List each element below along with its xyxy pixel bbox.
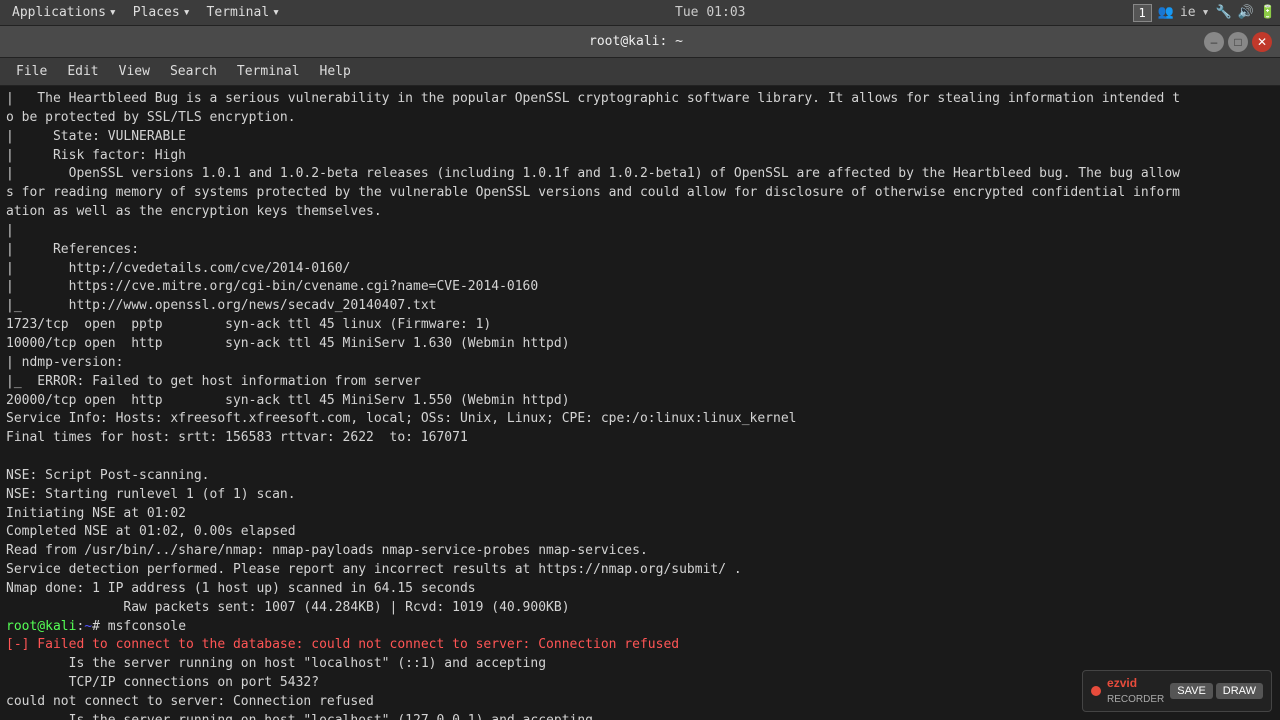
terminal-chevron: ▾	[272, 5, 280, 20]
term-line-error: [-] Failed to connect to the database: c…	[6, 636, 1274, 655]
minimize-button[interactable]: –	[1204, 32, 1224, 52]
term-line: NSE: Starting runlevel 1 (of 1) scan.	[6, 486, 1274, 505]
applications-label: Applications	[12, 5, 106, 20]
ezvid-info: ezvid RECORDER	[1107, 675, 1164, 707]
system-tray: 1 👥 ie ▾ 🔧 🔊 🔋	[1133, 4, 1276, 22]
term-line: Initiating NSE at 01:02	[6, 505, 1274, 524]
menu-help[interactable]: Help	[310, 58, 361, 85]
record-indicator	[1091, 686, 1101, 696]
term-line: NSE: Script Post-scanning.	[6, 467, 1274, 486]
system-clock: Tue 01:03	[288, 5, 1133, 20]
term-line	[6, 448, 1274, 467]
user-label: ie	[1180, 5, 1196, 20]
term-prompt-line: root@kali:~# msfconsole	[6, 618, 1274, 637]
menu-view[interactable]: View	[109, 58, 160, 85]
workspace-badge[interactable]: 1	[1133, 4, 1152, 22]
term-line: | State: VULNERABLE	[6, 128, 1274, 147]
term-line: Raw packets sent: 1007 (44.284KB) | Rcvd…	[6, 599, 1274, 618]
prompt-user: root@kali	[6, 619, 76, 634]
maximize-button[interactable]: □	[1228, 32, 1248, 52]
term-line: Read from /usr/bin/../share/nmap: nmap-p…	[6, 542, 1274, 561]
places-label: Places	[133, 5, 180, 20]
battery-icon: 🔋	[1260, 5, 1276, 20]
menu-terminal[interactable]: Terminal	[227, 58, 310, 85]
ezvid-save-button[interactable]: SAVE	[1170, 683, 1213, 699]
term-line: | The Heartbleed Bug is a serious vulner…	[6, 90, 1274, 109]
system-bar: Applications ▾ Places ▾ Terminal ▾ Tue 0…	[0, 0, 1280, 26]
network-icon: 🔧	[1215, 5, 1231, 20]
term-line: Nmap done: 1 IP address (1 host up) scan…	[6, 580, 1274, 599]
ezvid-logo: ezvid	[1107, 675, 1164, 692]
title-bar: root@kali: ~ – □ ✕	[0, 26, 1280, 58]
terminal-area[interactable]: | The Heartbleed Bug is a serious vulner…	[0, 86, 1280, 720]
applications-menu[interactable]: Applications ▾	[4, 0, 125, 25]
term-line: | OpenSSL versions 1.0.1 and 1.0.2-beta …	[6, 165, 1274, 184]
volume-icon: 🔊	[1238, 5, 1254, 20]
places-menu[interactable]: Places ▾	[125, 0, 199, 25]
prompt-dollar: # msfconsole	[92, 619, 186, 634]
term-line: |_ http://www.openssl.org/news/secadv_20…	[6, 297, 1274, 316]
terminal-label: Terminal	[207, 5, 270, 20]
menu-bar: File Edit View Search Terminal Help	[0, 58, 1280, 86]
ezvid-draw-button[interactable]: DRAW	[1216, 683, 1263, 699]
menu-file[interactable]: File	[6, 58, 57, 85]
term-line: Service Info: Hosts: xfreesoft.xfreesoft…	[6, 410, 1274, 429]
term-line: | Risk factor: High	[6, 147, 1274, 166]
term-line: | https://cve.mitre.org/cgi-bin/cvename.…	[6, 278, 1274, 297]
close-button[interactable]: ✕	[1252, 32, 1272, 52]
term-line: 20000/tcp open http syn-ack ttl 45 MiniS…	[6, 392, 1274, 411]
menu-search[interactable]: Search	[160, 58, 227, 85]
term-line: 10000/tcp open http syn-ack ttl 45 MiniS…	[6, 335, 1274, 354]
menu-edit[interactable]: Edit	[57, 58, 108, 85]
term-line: |_ ERROR: Failed to get host information…	[6, 373, 1274, 392]
term-line: o be protected by SSL/TLS encryption.	[6, 109, 1274, 128]
term-line: Is the server running on host "localhost…	[6, 712, 1274, 720]
term-line: Completed NSE at 01:02, 0.00s elapsed	[6, 523, 1274, 542]
places-chevron: ▾	[183, 5, 191, 20]
ezvid-sublabel: RECORDER	[1107, 693, 1164, 708]
ezvid-buttons: SAVE DRAW	[1170, 683, 1263, 699]
terminal-menu[interactable]: Terminal ▾	[199, 0, 288, 25]
apps-chevron: ▾	[109, 5, 117, 20]
window-title: root@kali: ~	[68, 34, 1204, 49]
term-line: | ndmp-version:	[6, 354, 1274, 373]
user-chevron: ▾	[1202, 5, 1210, 20]
term-line: | http://cvedetails.com/cve/2014-0160/	[6, 260, 1274, 279]
term-line: | References:	[6, 241, 1274, 260]
term-line: 1723/tcp open pptp syn-ack ttl 45 linux …	[6, 316, 1274, 335]
term-line: s for reading memory of systems protecte…	[6, 184, 1274, 203]
users-icon: 👥	[1158, 5, 1174, 20]
ezvid-recorder: ezvid RECORDER SAVE DRAW	[1082, 670, 1272, 712]
window-controls: – □ ✕	[1204, 32, 1272, 52]
term-line: ation as well as the encryption keys the…	[6, 203, 1274, 222]
term-line: |	[6, 222, 1274, 241]
term-line: Final times for host: srtt: 156583 rttva…	[6, 429, 1274, 448]
prompt-dir: ~	[84, 619, 92, 634]
term-line: Service detection performed. Please repo…	[6, 561, 1274, 580]
